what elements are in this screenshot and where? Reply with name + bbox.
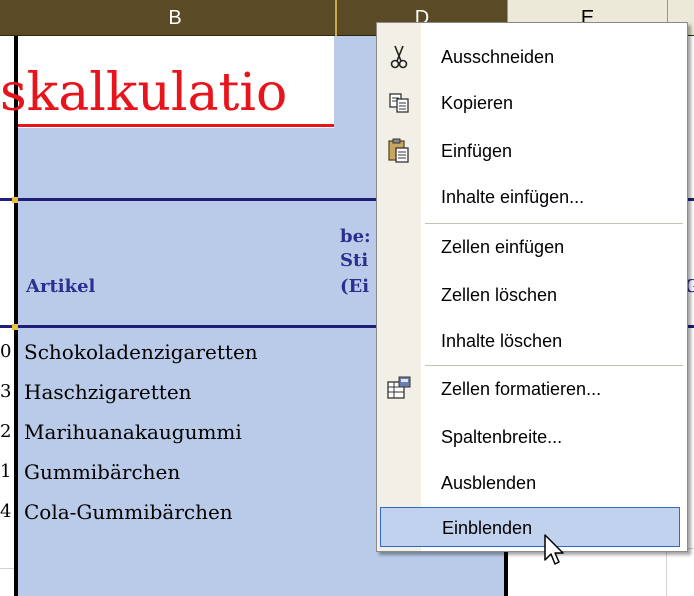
menu-item-label: Einblenden <box>442 518 533 538</box>
row-number-fragment: 4 <box>0 501 12 522</box>
scissors-icon <box>385 43 413 71</box>
menu-separator <box>425 365 683 366</box>
menu-item-insert-cells[interactable]: Zellen einfügen <box>377 227 687 267</box>
menu-item-label: Spaltenbreite... <box>441 427 563 447</box>
corner-marker <box>12 197 18 203</box>
menu-item-format-cells[interactable]: Zellen formatieren... <box>377 369 687 409</box>
menu-separator <box>425 223 683 224</box>
menu-item-clear-contents[interactable]: Inhalte löschen <box>377 321 687 361</box>
title-underline <box>18 124 334 127</box>
menu-item-hide[interactable]: Ausblenden <box>377 463 687 503</box>
mouse-pointer-icon <box>544 534 566 570</box>
d-header-line-3: (Ei <box>340 276 370 297</box>
copy-icon <box>385 89 413 117</box>
column-border-right <box>504 548 508 596</box>
row-number-fragment: 1 <box>0 461 12 482</box>
menu-item-label: Einfügen <box>441 141 513 161</box>
menu-item-label: Zellen einfügen <box>441 237 565 257</box>
column-b-label: B <box>168 7 182 29</box>
column-header-b[interactable]: B <box>14 0 336 36</box>
corner-marker <box>12 324 18 330</box>
menu-item-delete-cells[interactable]: Zellen löschen <box>377 275 687 315</box>
artikel-header: Artikel <box>26 276 96 297</box>
menu-item-label: Kopieren <box>441 93 514 113</box>
gridline <box>0 568 14 569</box>
menu-item-paste-special[interactable]: Inhalte einfügen... <box>377 177 687 217</box>
article-name: Gummibärchen <box>24 460 181 484</box>
menu-item-cut[interactable]: Ausschneiden <box>377 37 687 77</box>
row-number-fragment: 0 <box>0 341 12 362</box>
menu-item-unhide[interactable]: Einblenden <box>380 507 680 547</box>
format-cells-icon <box>385 375 413 403</box>
column-header-a[interactable] <box>0 0 14 36</box>
article-name: Schokoladenzigaretten <box>24 340 258 364</box>
menu-item-label: Zellen löschen <box>441 285 558 305</box>
sheet-title: skalkulatio <box>0 63 288 123</box>
row-number-fragment: 3 <box>0 381 12 402</box>
paste-icon <box>385 137 413 165</box>
menu-item-column-width[interactable]: Spaltenbreite... <box>377 417 687 457</box>
menu-item-label: Ausschneiden <box>441 47 555 67</box>
d-header-line-1: be: <box>340 226 371 247</box>
menu-item-copy[interactable]: Kopieren <box>377 83 687 123</box>
article-name: Cola-Gummibärchen <box>24 500 233 524</box>
menu-item-label: Ausblenden <box>441 473 537 493</box>
article-name: Haschzigaretten <box>24 380 192 404</box>
menu-item-label: Inhalte einfügen... <box>441 187 585 207</box>
d-header-line-2: Sti <box>340 250 369 271</box>
menu-item-label: Inhalte löschen <box>441 331 563 351</box>
article-name: Marihuanakaugummi <box>24 420 242 444</box>
menu-item-paste[interactable]: Einfügen <box>377 131 687 171</box>
context-menu: Ausschneiden Kopieren Einfügen Inhalte e… <box>376 22 688 552</box>
row-number-fragment: 2 <box>0 421 12 442</box>
menu-item-label: Zellen formatieren... <box>441 379 602 399</box>
